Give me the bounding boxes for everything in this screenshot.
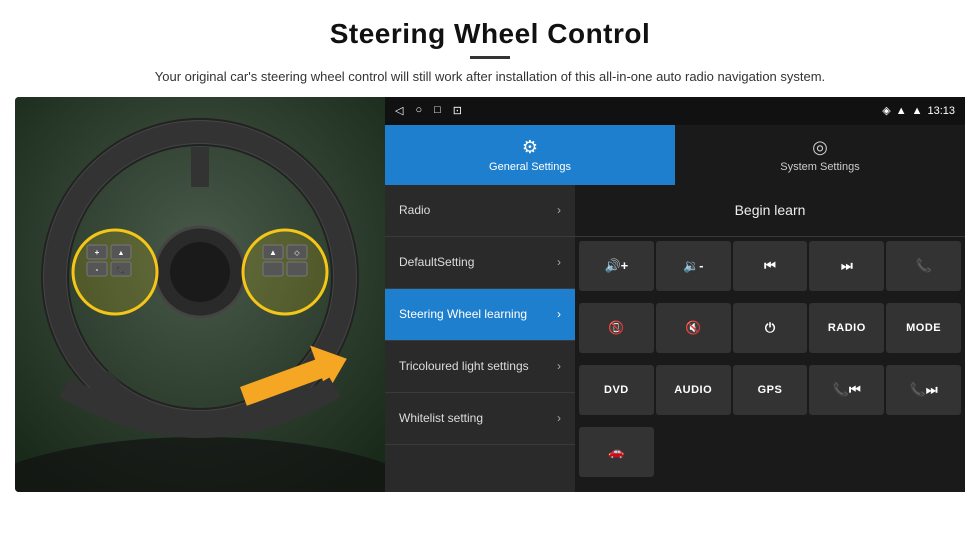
chevron-right-icon: › xyxy=(557,411,561,425)
wifi-icon: ▲ xyxy=(896,105,907,117)
chevron-right-icon: › xyxy=(557,359,561,373)
signal-icon: ▲ xyxy=(912,105,923,117)
location-icon: ◈ xyxy=(882,104,890,117)
gps-button[interactable]: GPS xyxy=(733,365,808,415)
page-wrapper: Steering Wheel Control Your original car… xyxy=(0,0,980,492)
menu-steering-label: Steering Wheel learning xyxy=(399,307,527,321)
vol-up-icon: 🔊+ xyxy=(605,258,629,274)
header-description: Your original car's steering wheel contr… xyxy=(140,67,840,87)
tab-system-label: System Settings xyxy=(780,161,859,173)
nav-buttons: ◁ ○ □ ⊡ xyxy=(395,104,462,117)
dvd-button[interactable]: DVD xyxy=(579,365,654,415)
dvd-label: DVD xyxy=(604,384,629,396)
vol-up-button[interactable]: 🔊+ xyxy=(579,241,654,291)
svg-text:▲: ▲ xyxy=(269,248,277,257)
header-divider xyxy=(470,56,510,59)
svg-text:▲: ▲ xyxy=(118,250,125,257)
phone-end-button[interactable]: 📵 xyxy=(579,303,654,353)
gps-label: GPS xyxy=(758,384,783,396)
chevron-right-icon: › xyxy=(557,307,561,321)
phone-answer-button[interactable]: 📞 xyxy=(886,241,961,291)
power-icon: ⏻ xyxy=(765,320,775,336)
radio-button[interactable]: RADIO xyxy=(809,303,884,353)
vol-down-button[interactable]: 🔉- xyxy=(656,241,731,291)
nav-cast[interactable]: ⊡ xyxy=(453,104,462,117)
mute-icon: 🔇 xyxy=(685,320,701,336)
status-indicators: ◈ ▲ ▲ 13:13 xyxy=(882,104,955,117)
power-button[interactable]: ⏻ xyxy=(733,303,808,353)
phone-prev-button[interactable]: 📞⏮ xyxy=(809,365,884,415)
begin-learn-button[interactable]: Begin learn xyxy=(735,202,806,218)
audio-label: AUDIO xyxy=(674,384,712,396)
menu-list: Radio › DefaultSetting › Steering Wheel … xyxy=(385,185,575,492)
steering-wheel-image: + ▲ - 📞 ▲ ◇ xyxy=(15,97,385,492)
next-track-icon: ⏭ xyxy=(841,258,853,274)
phone-answer-icon: 📞 xyxy=(916,258,932,274)
chevron-right-icon: › xyxy=(557,255,561,269)
phone-next-icon: 📞⏭ xyxy=(910,382,938,398)
control-panel: Begin learn 🔊+ 🔉- ⏮ xyxy=(575,185,965,492)
menu-tricoloured-label: Tricoloured light settings xyxy=(399,359,529,373)
svg-text:+: + xyxy=(95,248,100,257)
tab-bar: ⚙ General Settings ◎ System Settings xyxy=(385,125,965,185)
header: Steering Wheel Control Your original car… xyxy=(0,0,980,97)
radio-label: RADIO xyxy=(828,322,866,334)
clock: 13:13 xyxy=(927,105,955,117)
menu-item-radio[interactable]: Radio › xyxy=(385,185,575,237)
mode-button[interactable]: MODE xyxy=(886,303,961,353)
menu-item-steering-wheel[interactable]: Steering Wheel learning › xyxy=(385,289,575,341)
parking-button[interactable]: 🚗 xyxy=(579,427,654,477)
nav-recent[interactable]: □ xyxy=(434,104,441,117)
mode-label: MODE xyxy=(906,322,941,334)
menu-default-label: DefaultSetting xyxy=(399,255,474,269)
menu-item-whitelist[interactable]: Whitelist setting › xyxy=(385,393,575,445)
svg-text:📞: 📞 xyxy=(117,265,126,274)
prev-track-icon: ⏮ xyxy=(764,258,776,274)
tab-general-label: General Settings xyxy=(489,161,571,173)
next-track-button[interactable]: ⏭ xyxy=(809,241,884,291)
phone-end-icon: 📵 xyxy=(608,320,624,336)
phone-next-button[interactable]: 📞⏭ xyxy=(886,365,961,415)
menu-whitelist-label: Whitelist setting xyxy=(399,411,483,425)
chevron-right-icon: › xyxy=(557,203,561,217)
phone-prev-icon: 📞⏮ xyxy=(833,382,861,398)
prev-track-button[interactable]: ⏮ xyxy=(733,241,808,291)
control-button-grid: 🔊+ 🔉- ⏮ ⏭ 📞 xyxy=(575,237,965,492)
menu-item-default-setting[interactable]: DefaultSetting › xyxy=(385,237,575,289)
status-bar: ◁ ○ □ ⊡ ◈ ▲ ▲ 13:13 xyxy=(385,97,965,125)
menu-radio-label: Radio xyxy=(399,203,430,217)
parking-icon: 🚗 xyxy=(608,444,624,460)
nav-home[interactable]: ○ xyxy=(415,104,422,117)
page-title: Steering Wheel Control xyxy=(40,18,940,50)
general-settings-icon: ⚙ xyxy=(522,137,538,158)
android-panel: ◁ ○ □ ⊡ ◈ ▲ ▲ 13:13 ⚙ General Settings xyxy=(385,97,965,492)
tab-general-settings[interactable]: ⚙ General Settings xyxy=(385,125,675,185)
main-content: + ▲ - 📞 ▲ ◇ xyxy=(15,97,965,492)
tab-system-settings[interactable]: ◎ System Settings xyxy=(675,125,965,185)
vol-down-icon: 🔉- xyxy=(683,258,704,274)
system-settings-icon: ◎ xyxy=(812,137,828,158)
svg-text:-: - xyxy=(96,265,99,274)
nav-back[interactable]: ◁ xyxy=(395,104,403,117)
mute-button[interactable]: 🔇 xyxy=(656,303,731,353)
svg-text:◇: ◇ xyxy=(294,250,300,257)
begin-learn-row: Begin learn xyxy=(575,185,965,237)
audio-button[interactable]: AUDIO xyxy=(656,365,731,415)
content-area: Radio › DefaultSetting › Steering Wheel … xyxy=(385,185,965,492)
menu-item-tricoloured[interactable]: Tricoloured light settings › xyxy=(385,341,575,393)
